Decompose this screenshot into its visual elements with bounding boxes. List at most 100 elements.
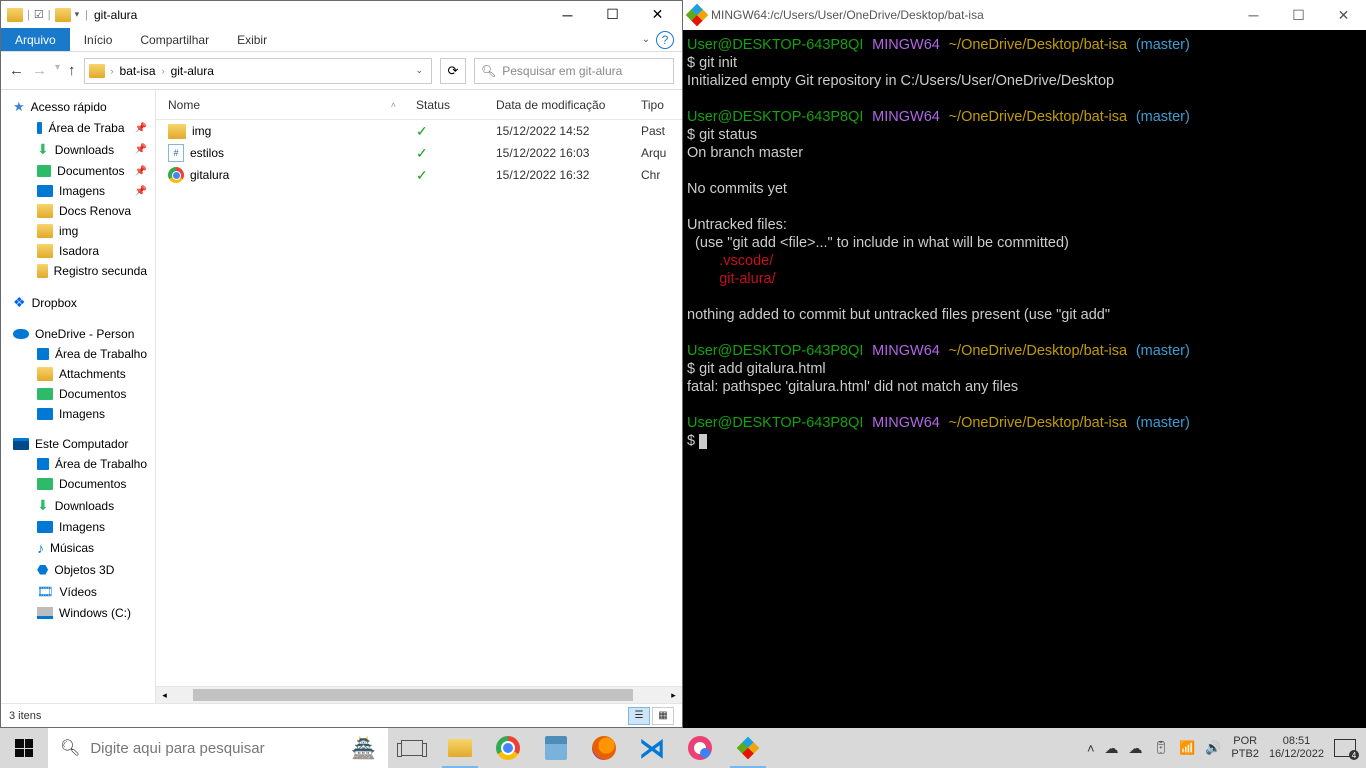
- window-title: git-alura: [94, 8, 137, 22]
- terminal-title: MINGW64:/c/Users/User/OneDrive/Desktop/b…: [711, 8, 984, 22]
- tray-chevron-icon[interactable]: ˄: [1087, 741, 1095, 756]
- sidebar-item-videos[interactable]: 🎞Vídeos: [1, 581, 155, 603]
- scroll-right-icon[interactable]: ▸: [665, 687, 682, 703]
- sidebar-item-documents[interactable]: Documentos📌: [1, 161, 155, 181]
- vscode-app[interactable]: ⋊: [628, 728, 676, 768]
- scrollbar-thumb[interactable]: [193, 689, 633, 701]
- sidebar-item-images[interactable]: Imagens📌: [1, 181, 155, 201]
- music-icon: ♪: [37, 540, 44, 556]
- sidebar-item-downloads[interactable]: ⬇Downloads: [1, 494, 155, 517]
- maximize-button[interactable]: ☐: [1276, 0, 1321, 30]
- chevron-down-icon[interactable]: ⌄: [642, 34, 650, 45]
- folder-icon: [37, 264, 48, 278]
- sidebar-item-folder[interactable]: Documentos: [1, 384, 155, 404]
- action-center-button[interactable]: [1334, 739, 1356, 757]
- chrome-app[interactable]: [484, 728, 532, 768]
- tab-file[interactable]: Arquivo: [1, 28, 70, 51]
- checkbox-icon[interactable]: ☑: [34, 8, 44, 21]
- download-icon: ⬇: [37, 497, 49, 514]
- sidebar-label: Dropbox: [32, 296, 77, 310]
- opera-app[interactable]: [676, 728, 724, 768]
- horizontal-scrollbar[interactable]: ◂ ▸: [156, 686, 682, 703]
- explorer-titlebar[interactable]: | ☑ | ▾ | git-alura ─ ☐ ✕: [1, 1, 682, 28]
- terminal-line: $ git status: [687, 127, 757, 143]
- taskbar-search[interactable]: 🔍︎ Digite aqui para pesquisar 🏯: [48, 728, 388, 768]
- taskview-icon: [401, 740, 423, 756]
- folder-icon[interactable]: [55, 8, 71, 22]
- sidebar-item-desktop[interactable]: Área de Trabalho: [1, 454, 155, 474]
- close-button[interactable]: ✕: [635, 1, 680, 28]
- sidebar-item-folder[interactable]: Registro secunda: [1, 261, 155, 281]
- scroll-left-icon[interactable]: ◂: [156, 687, 173, 703]
- help-button[interactable]: ?: [656, 31, 674, 49]
- minimize-button[interactable]: ─: [545, 1, 590, 28]
- onedrive-tray-icon[interactable]: ☁: [1105, 740, 1119, 757]
- sidebar-item-disk-c[interactable]: Windows (C:): [1, 603, 155, 623]
- file-row[interactable]: #estilos ✓ 15/12/2022 16:03 Arqu: [156, 142, 682, 164]
- view-switcher: ☰ ▦: [628, 707, 674, 725]
- address-bar[interactable]: › bat-isa › git-alura ⌄: [84, 58, 432, 84]
- terminal-titlebar[interactable]: MINGW64:/c/Users/User/OneDrive/Desktop/b…: [683, 0, 1366, 30]
- sidebar-dropbox[interactable]: ❖Dropbox: [1, 291, 155, 314]
- calendar-app[interactable]: [532, 728, 580, 768]
- tab-home[interactable]: Início: [70, 28, 127, 51]
- sidebar-item-desktop[interactable]: Área de Traba📌: [1, 118, 155, 138]
- sidebar-item-folder[interactable]: Docs Renova: [1, 201, 155, 221]
- tab-share[interactable]: Compartilhar: [126, 28, 223, 51]
- sidebar-item-music[interactable]: ♪Músicas: [1, 537, 155, 559]
- onedrive-tray-icon[interactable]: ☁: [1129, 740, 1143, 757]
- chevron-right-icon[interactable]: ›: [162, 66, 165, 76]
- images-icon: [37, 408, 53, 420]
- file-row[interactable]: img ✓ 15/12/2022 14:52 Past: [156, 120, 682, 142]
- refresh-button[interactable]: ⟳: [440, 58, 466, 84]
- details-view-button[interactable]: ☰: [628, 707, 650, 725]
- explorer-app[interactable]: [436, 728, 484, 768]
- sidebar-item-images[interactable]: Imagens: [1, 517, 155, 537]
- sidebar-item-documents[interactable]: Documentos: [1, 474, 155, 494]
- column-headers[interactable]: Nome˄ Status Data de modificação Tipo: [156, 90, 682, 120]
- taskview-button[interactable]: [388, 728, 436, 768]
- sidebar-item-folder[interactable]: Área de Trabalho: [1, 344, 155, 364]
- search-input[interactable]: 🔍︎ Pesquisar em git-alura: [474, 58, 674, 84]
- close-button[interactable]: ✕: [1321, 0, 1366, 30]
- sidebar-item-downloads[interactable]: ⬇Downloads📌: [1, 138, 155, 161]
- volume-icon[interactable]: 🔊: [1205, 740, 1221, 756]
- file-date: 15/12/2022 14:52: [496, 124, 641, 138]
- chevron-right-icon[interactable]: ›: [111, 66, 114, 76]
- column-status[interactable]: Status: [416, 98, 496, 112]
- forward-button[interactable]: →: [32, 62, 47, 79]
- tray-language[interactable]: POR PTB2: [1231, 735, 1259, 761]
- start-button[interactable]: [0, 728, 48, 768]
- address-dropdown[interactable]: ⌄: [411, 65, 427, 76]
- file-row[interactable]: gitalura ✓ 15/12/2022 16:32 Chr: [156, 164, 682, 186]
- sidebar-onedrive[interactable]: OneDrive - Person: [1, 324, 155, 344]
- tab-view[interactable]: Exibir: [223, 28, 281, 51]
- column-type[interactable]: Tipo: [641, 98, 682, 112]
- sidebar-item-3d[interactable]: ⬣Objetos 3D: [1, 559, 155, 581]
- back-button[interactable]: ←: [9, 62, 24, 79]
- up-button[interactable]: ↑: [68, 62, 76, 79]
- sidebar-thispc[interactable]: Este Computador: [1, 434, 155, 454]
- maximize-button[interactable]: ☐: [590, 1, 635, 28]
- terminal-output[interactable]: User@DESKTOP-643P8QI MINGW64 ~/OneDrive/…: [683, 30, 1366, 728]
- recent-dropdown[interactable]: ▾: [55, 62, 60, 79]
- sidebar-item-folder[interactable]: img: [1, 221, 155, 241]
- sidebar-item-folder[interactable]: Attachments: [1, 364, 155, 384]
- wifi-icon[interactable]: 📶: [1179, 740, 1195, 756]
- breadcrumb[interactable]: git-alura: [171, 64, 214, 78]
- sidebar-quickaccess[interactable]: ★ Acesso rápido: [1, 96, 155, 118]
- firefox-app[interactable]: [580, 728, 628, 768]
- battery-icon[interactable]: 🔋︎: [1153, 740, 1170, 756]
- breadcrumb[interactable]: bat-isa: [120, 64, 156, 78]
- sidebar-item-folder[interactable]: Imagens: [1, 404, 155, 424]
- dropdown-icon[interactable]: ▾: [75, 9, 80, 20]
- large-icons-view-button[interactable]: ▦: [652, 707, 674, 725]
- column-date[interactable]: Data de modificação: [496, 98, 641, 112]
- tray-clock[interactable]: 08:51 16/12/2022: [1269, 735, 1324, 761]
- sidebar-item-folder[interactable]: Isadora: [1, 241, 155, 261]
- minimize-button[interactable]: ─: [1231, 0, 1276, 30]
- column-name[interactable]: Nome˄: [156, 98, 416, 112]
- ribbon-right: ⌄ ?: [642, 28, 682, 51]
- terminal-line: .vscode/: [687, 253, 773, 269]
- gitbash-app[interactable]: [724, 728, 772, 768]
